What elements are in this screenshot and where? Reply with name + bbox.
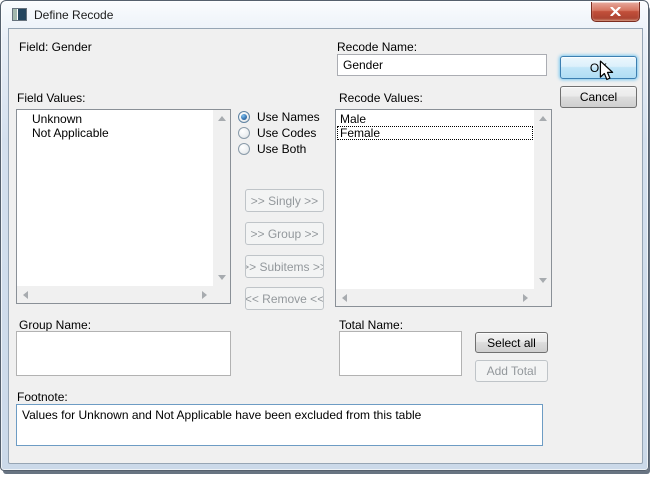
field-label: Field: Gender: [19, 40, 92, 54]
window-title: Define Recode: [34, 8, 113, 22]
scroll-right-icon: [523, 294, 528, 302]
scroll-left-icon: [342, 294, 347, 302]
scroll-up-icon: [539, 116, 547, 121]
close-icon: [610, 7, 621, 16]
vertical-scrollbar[interactable]: [534, 110, 551, 289]
scrollbar-corner: [534, 289, 551, 306]
recode-values-label: Recode Values:: [339, 91, 423, 105]
recode-name-input[interactable]: [337, 54, 547, 76]
horizontal-scrollbar[interactable]: [336, 289, 534, 306]
remove-button[interactable]: << Remove <<: [245, 287, 324, 310]
scrollbar-corner: [213, 286, 230, 303]
scroll-left-icon: [23, 291, 28, 299]
scroll-down-icon: [218, 275, 226, 280]
select-all-button[interactable]: Select all: [475, 332, 548, 353]
scroll-down-icon: [539, 278, 547, 283]
add-total-button[interactable]: Add Total: [475, 360, 548, 382]
total-name-input[interactable]: [339, 331, 462, 376]
app-icon: [12, 8, 27, 21]
vertical-scrollbar[interactable]: [213, 110, 230, 286]
list-item[interactable]: Not Applicable: [18, 126, 212, 140]
radio-label: Use Codes: [257, 126, 316, 140]
scroll-up-icon: [218, 116, 226, 121]
footnote-label: Footnote:: [17, 390, 68, 404]
list-item[interactable]: Male: [337, 112, 533, 126]
recode-name-label: Recode Name:: [337, 40, 417, 54]
radio-use-both[interactable]: Use Both: [238, 142, 306, 156]
recode-values-listbox[interactable]: Male Female: [335, 109, 552, 307]
group-button[interactable]: >> Group >>: [245, 222, 324, 245]
horizontal-scrollbar[interactable]: [17, 286, 213, 303]
total-name-label: Total Name:: [339, 318, 403, 332]
scroll-right-icon: [202, 291, 207, 299]
list-item-focused[interactable]: Female: [337, 126, 533, 140]
group-name-label: Group Name:: [19, 318, 91, 332]
radio-unselected-icon: [238, 143, 250, 155]
radio-unselected-icon: [238, 127, 250, 139]
list-item[interactable]: Unknown: [18, 112, 212, 126]
field-values-listbox[interactable]: Unknown Not Applicable: [16, 109, 231, 304]
field-values-label: Field Values:: [17, 91, 85, 105]
dialog-body: Field: Gender Recode Name: OK Cancel Fie…: [8, 28, 643, 464]
radio-selected-icon: [238, 111, 250, 123]
group-name-input[interactable]: [16, 331, 231, 376]
radio-label: Use Names: [257, 110, 320, 124]
footnote-input[interactable]: Values for Unknown and Not Applicable ha…: [16, 404, 543, 446]
cancel-button[interactable]: Cancel: [560, 86, 637, 108]
radio-label: Use Both: [257, 142, 306, 156]
singly-button[interactable]: >> Singly >>: [245, 189, 324, 212]
ok-button[interactable]: OK: [560, 56, 637, 79]
radio-use-codes[interactable]: Use Codes: [238, 126, 316, 140]
subitems-button[interactable]: >> Subitems >>: [245, 255, 324, 278]
close-button[interactable]: [591, 2, 640, 22]
radio-use-names[interactable]: Use Names: [238, 110, 320, 124]
title-bar[interactable]: Define Recode: [1, 1, 648, 28]
define-recode-dialog: Define Recode Field: Gender Recode Name:…: [0, 0, 649, 471]
